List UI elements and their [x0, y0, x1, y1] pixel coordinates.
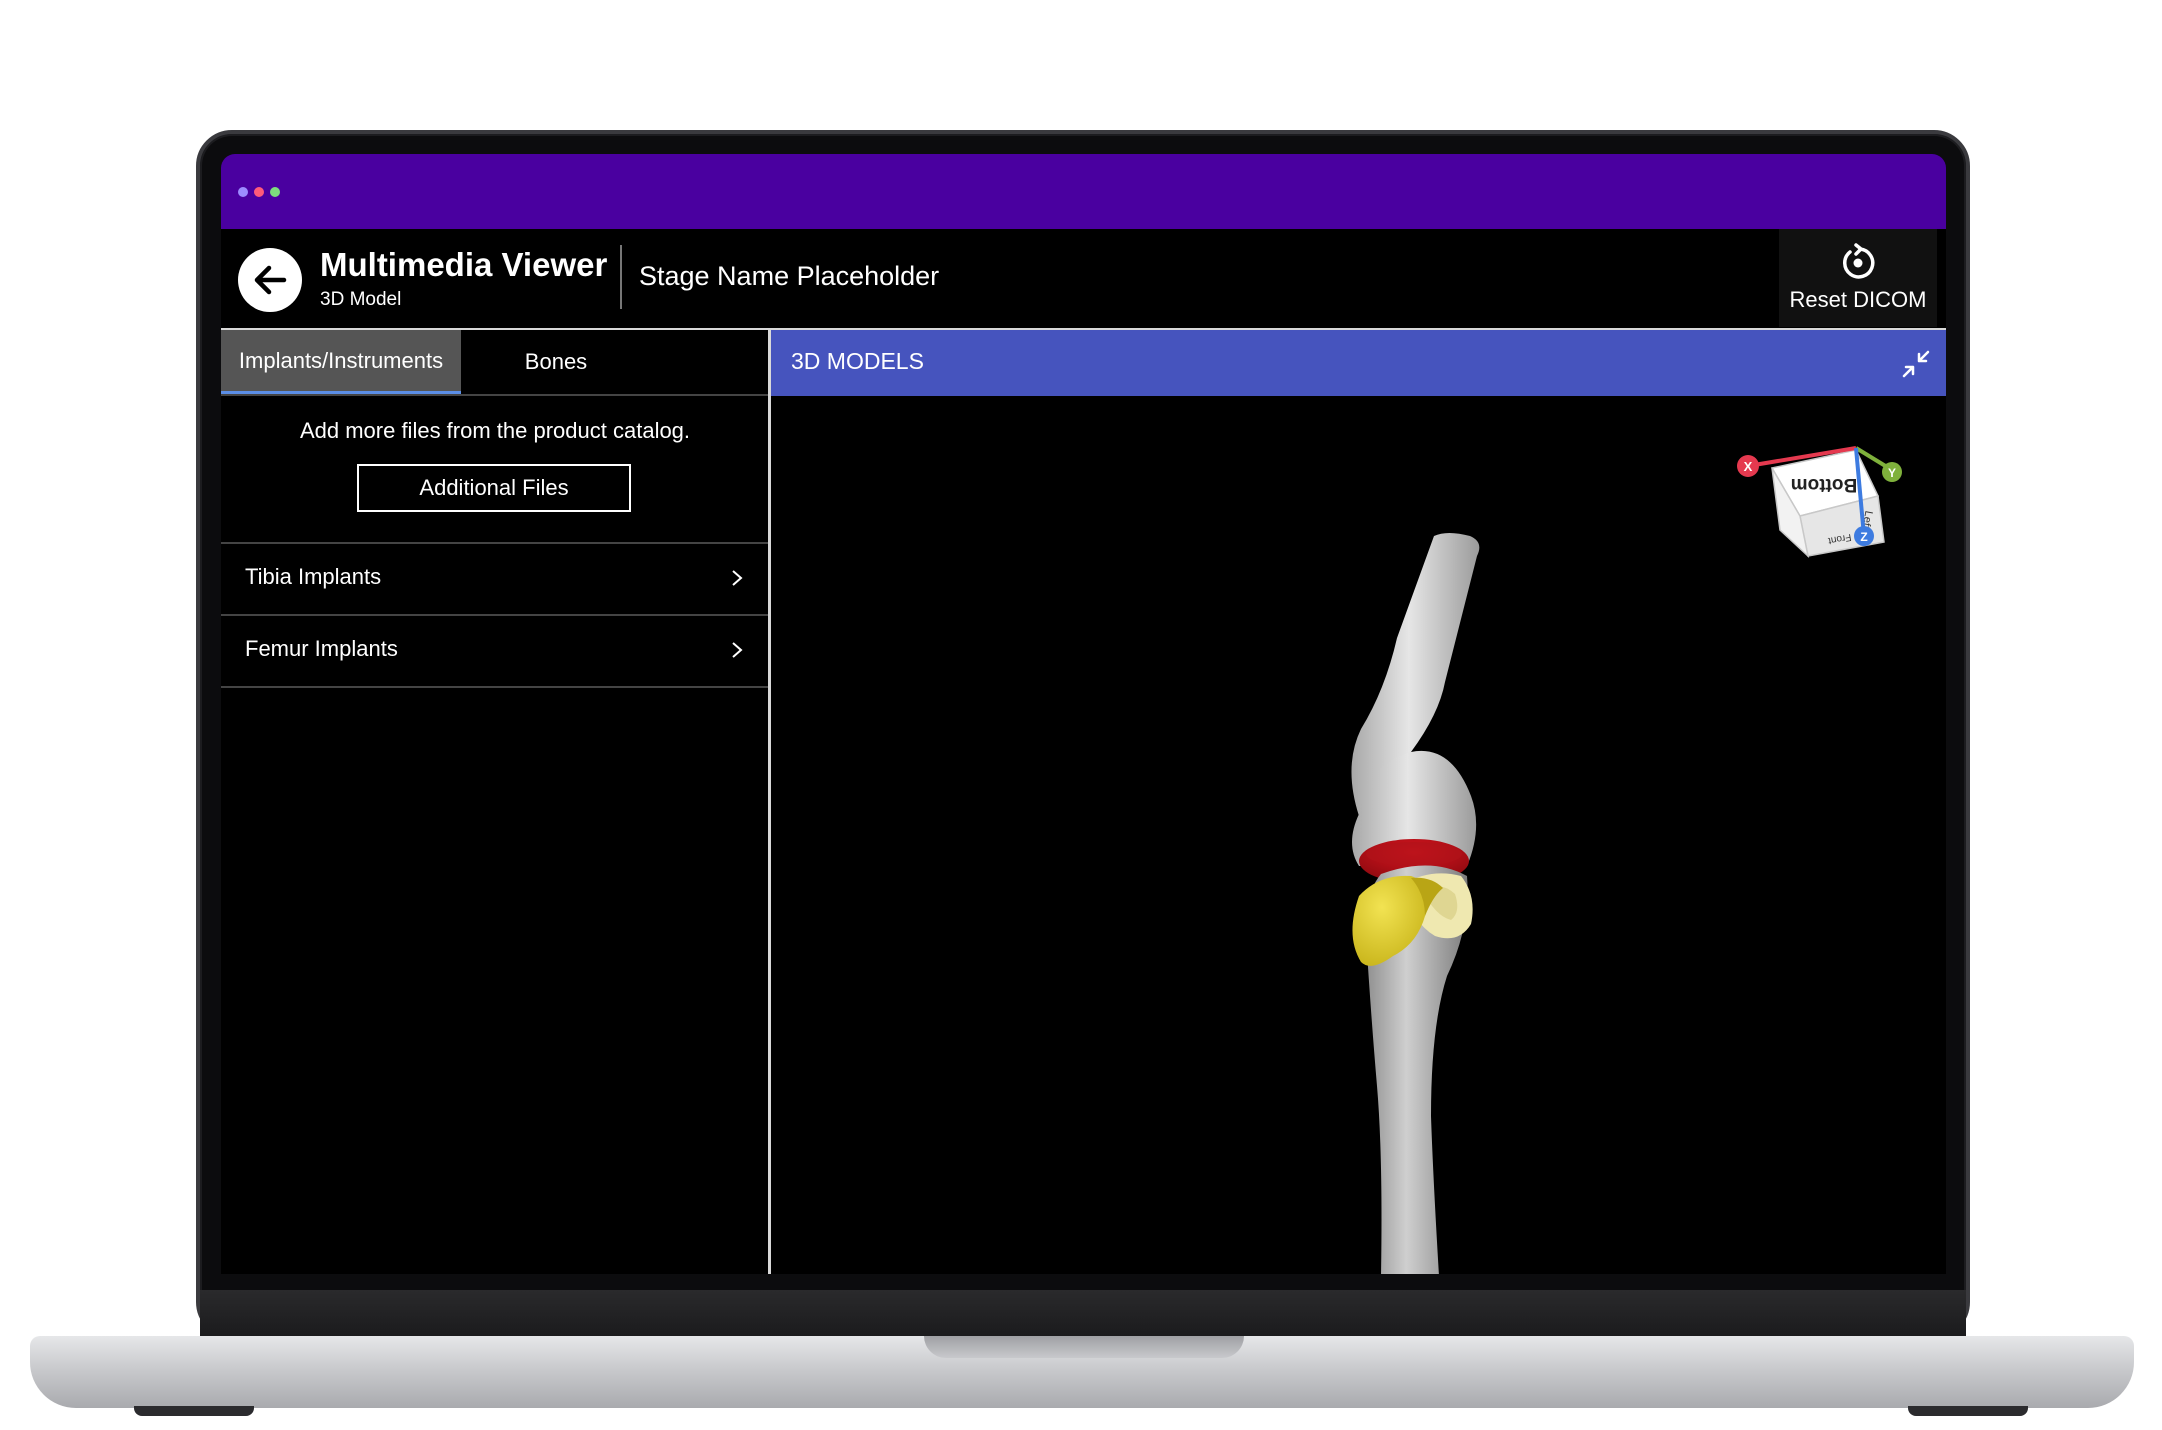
tab-bar: Implants/Instruments Bones	[221, 330, 769, 396]
cube-face-top: Bottom	[1791, 474, 1857, 495]
orientation-cube[interactable]: Bottom Left Front X Y Z	[1736, 438, 1906, 588]
laptop-foot-right	[1908, 1406, 2028, 1416]
app-title: Multimedia Viewer	[320, 246, 608, 283]
arrow-left-icon	[254, 265, 287, 295]
window-dot-3[interactable]	[270, 187, 280, 197]
laptop-hinge	[200, 1290, 1966, 1336]
stage-name: Stage Name Placeholder	[639, 261, 940, 291]
chevron-right-icon	[732, 642, 743, 658]
back-button[interactable]	[238, 248, 302, 312]
reset-dicom-label: Reset DICOM	[1789, 287, 1927, 312]
reset-dicom-button[interactable]: Reset DICOM	[1779, 229, 1937, 327]
header-divider	[620, 245, 622, 309]
viewer-title: 3D MODELS	[791, 348, 924, 374]
list-item-tibia-implants[interactable]: Tibia Implants	[221, 542, 769, 614]
tab-implants-instruments[interactable]: Implants/Instruments	[221, 330, 461, 394]
app-subtitle: 3D Model	[320, 289, 402, 310]
axis-x-label: X	[1744, 459, 1753, 474]
collapse-icon[interactable]	[1898, 346, 1934, 382]
window-dot-2[interactable]	[254, 187, 264, 197]
window-dot-1[interactable]	[238, 187, 248, 197]
reset-icon	[1842, 243, 1875, 279]
axis-z-label: Z	[1860, 530, 1867, 544]
tab-bones[interactable]: Bones	[461, 330, 651, 394]
laptop-notch	[924, 1336, 1244, 1358]
additional-files-button[interactable]: Additional Files	[357, 464, 631, 512]
laptop-foot-left	[134, 1406, 254, 1416]
app-header: Multimedia Viewer 3D Model Stage Name Pl…	[221, 229, 1946, 329]
chevron-right-icon	[732, 570, 743, 586]
list-item-label: Tibia Implants	[245, 564, 382, 589]
window-titlebar	[221, 154, 1946, 229]
app-screen: Multimedia Viewer 3D Model Stage Name Pl…	[221, 154, 1946, 1274]
viewer-panel: 3D MODELS Bottom Left Front X Y Z	[771, 330, 1946, 1274]
list-bottom-border	[221, 686, 769, 688]
left-panel: Implants/Instruments Bones Add more file…	[221, 330, 769, 1274]
list-item-femur-implants[interactable]: Femur Implants	[221, 614, 769, 686]
list-item-label: Femur Implants	[245, 636, 398, 661]
model-viewport[interactable]: Bottom Left Front X Y Z	[771, 396, 1946, 1274]
axis-y-label: Y	[1888, 466, 1896, 480]
viewer-header: 3D MODELS	[771, 330, 1946, 396]
catalog-hint: Add more files from the product catalog.	[299, 418, 691, 443]
